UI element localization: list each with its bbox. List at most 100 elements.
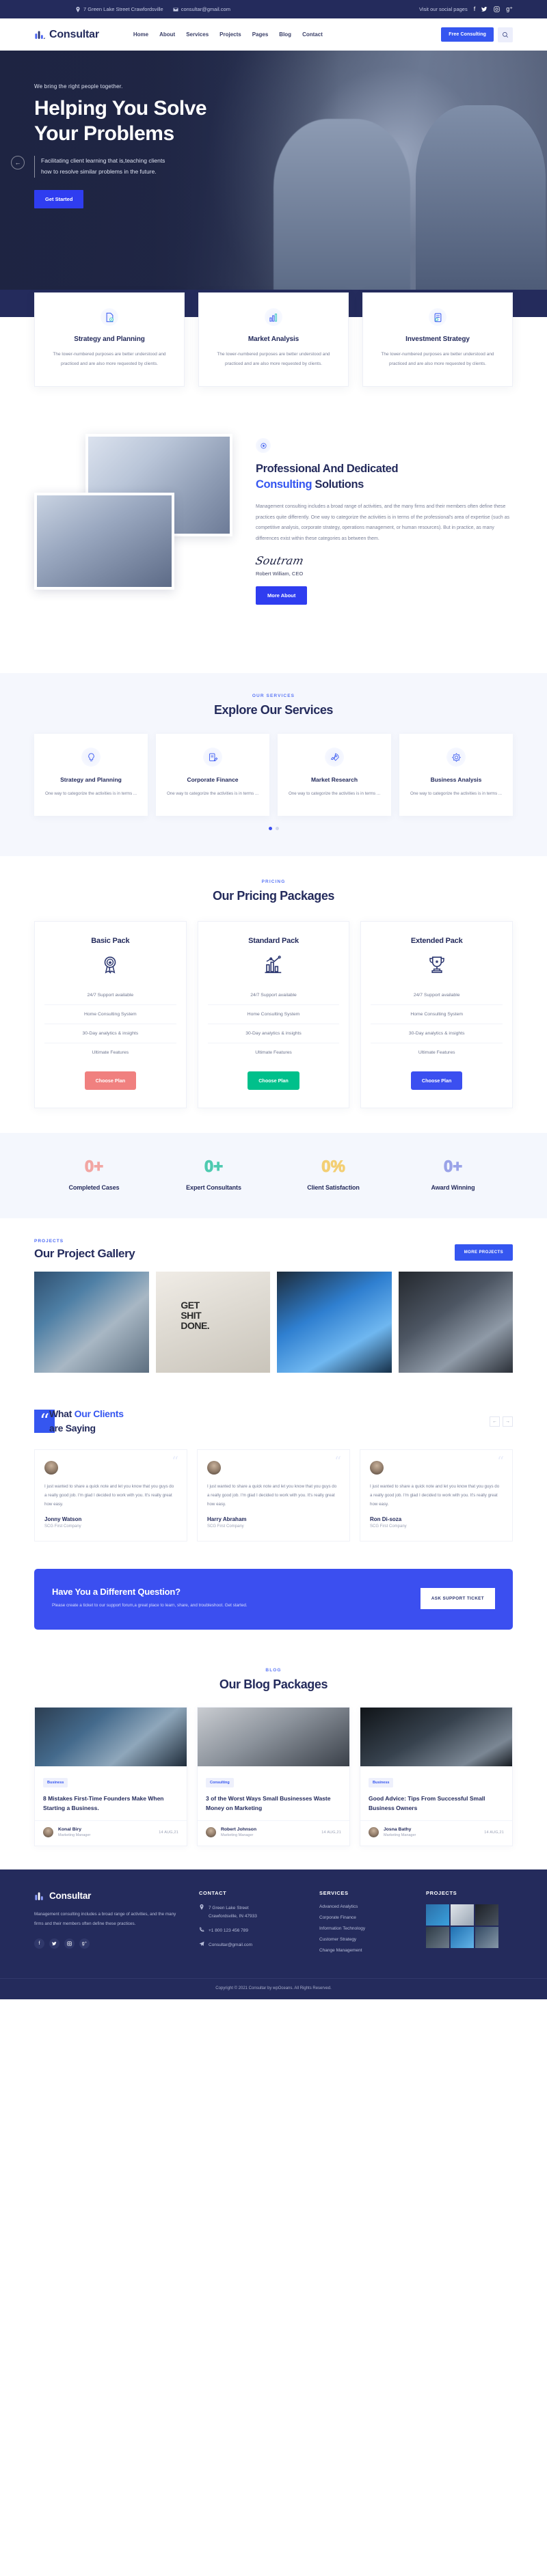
- cta-title: Have You a Different Question?: [52, 1587, 181, 1598]
- pricing-card: Basic Pack 24/7 Support available Home C…: [34, 921, 187, 1109]
- project-thumbnail[interactable]: [398, 1272, 513, 1373]
- blog-tag[interactable]: Business: [43, 1777, 68, 1787]
- twitter-icon[interactable]: [481, 6, 488, 12]
- blog-card[interactable]: Business 8 Mistakes First-Time Founders …: [34, 1706, 187, 1847]
- brand-name: Consultar: [49, 28, 99, 40]
- carousel-dot-1[interactable]: [268, 827, 272, 831]
- counter-item: 0+ Completed Cases: [34, 1158, 154, 1191]
- nav-item-about[interactable]: About: [159, 31, 175, 38]
- feature-card[interactable]: Investment Strategy The lower-numbered p…: [362, 292, 513, 387]
- pricing-feature: Home Consulting System: [371, 1005, 503, 1025]
- google-plus-icon[interactable]: g⁺: [506, 6, 513, 12]
- instagram-icon[interactable]: [494, 6, 500, 12]
- footer-link-corporate-finance[interactable]: Corporate Finance: [319, 1915, 408, 1920]
- about-images: [34, 434, 232, 639]
- project-thumbnail[interactable]: [34, 1272, 149, 1373]
- footer-email[interactable]: Consultar@gmail.com: [199, 1941, 302, 1949]
- nav-item-pages[interactable]: Pages: [252, 31, 269, 38]
- about-title-line-1: Professional And Dedicated: [256, 463, 399, 476]
- nav-item-blog[interactable]: Blog: [279, 31, 291, 38]
- choose-plan-button[interactable]: Choose Plan: [410, 1071, 463, 1091]
- footer-link-advanced-analytics[interactable]: Advanced Analytics: [319, 1904, 408, 1909]
- footer-link-information-technology[interactable]: Information Technology: [319, 1926, 408, 1931]
- footer-project-thumb[interactable]: [451, 1927, 474, 1949]
- footer-brand[interactable]: Consultar: [34, 1890, 181, 1902]
- hero-prev-arrow[interactable]: ←: [11, 156, 25, 169]
- testimonial-text: I just wanted to share a quick note and …: [207, 1484, 337, 1507]
- footer-project-thumb[interactable]: [426, 1927, 449, 1949]
- footer-project-thumb[interactable]: [475, 1927, 498, 1949]
- counters-section: 0+ Completed Cases 0+ Expert Consultants…: [0, 1133, 547, 1219]
- pricing-feature: 30-Day analytics & insights: [44, 1024, 176, 1044]
- footer-projects-heading: PROJECTS: [426, 1890, 457, 1897]
- project-thumbnail[interactable]: [277, 1272, 392, 1373]
- nav-item-home[interactable]: Home: [133, 31, 148, 38]
- counter-label: Award Winning: [431, 1184, 475, 1192]
- service-card[interactable]: Corporate Finance One way to categorize …: [156, 734, 269, 817]
- search-icon: [503, 31, 509, 38]
- blog-date: 14 AUG,21: [159, 1830, 178, 1835]
- footer-project-thumb[interactable]: [451, 1904, 474, 1926]
- gear-chart-icon: [446, 748, 466, 767]
- services-carousel-dots: [0, 827, 547, 831]
- instagram-icon[interactable]: [64, 1938, 75, 1949]
- brand-logo[interactable]: Consultar: [34, 29, 99, 41]
- footer-phone[interactable]: +1 800 123 456 789: [199, 1927, 302, 1935]
- clipboard-icon: [429, 308, 446, 326]
- pricing-card: Extended Pack 24/7 Support available Hom…: [360, 921, 513, 1109]
- ask-support-ticket-button[interactable]: ASK SUPPORT TICKET: [420, 1587, 495, 1609]
- feature-text: The lower-numbered purposes are better u…: [217, 352, 330, 366]
- pricing-feature: 24/7 Support available: [44, 986, 176, 1006]
- feature-card[interactable]: Market Analysis The lower-numbered purpo…: [198, 292, 349, 387]
- pricing-eyebrow: PRICING: [261, 879, 286, 885]
- envelope-icon: [173, 8, 178, 11]
- top-bar: 7 Green Lake Street Crawfordsville consu…: [0, 0, 547, 18]
- nav-item-contact[interactable]: Contact: [302, 31, 323, 38]
- avatar: [369, 1827, 379, 1838]
- more-projects-button[interactable]: MORE PROJECTS: [454, 1244, 513, 1261]
- service-card[interactable]: Strategy and Planning One way to categor…: [34, 734, 148, 817]
- footer-project-thumb[interactable]: [426, 1904, 449, 1926]
- hero-title: Helping You Solve Your Problems: [34, 96, 513, 146]
- service-card[interactable]: Business Analysis One way to categorize …: [399, 734, 513, 817]
- footer-project-thumb[interactable]: [475, 1904, 498, 1926]
- facebook-icon[interactable]: f: [474, 6, 476, 12]
- blog-card[interactable]: Consulting 3 of the Worst Ways Small Bus…: [197, 1706, 350, 1847]
- choose-plan-button[interactable]: Choose Plan: [248, 1071, 299, 1091]
- pricing-section: PRICING Our Pricing Packages Basic Pack …: [0, 856, 547, 1134]
- carousel-dot-2[interactable]: [275, 827, 279, 831]
- feature-card[interactable]: Strategy and Planning The lower-numbered…: [34, 292, 185, 387]
- blog-tag[interactable]: Business: [369, 1777, 394, 1787]
- pricing-feature: 30-Day analytics & insights: [207, 1024, 340, 1044]
- get-started-button[interactable]: Get Started: [34, 189, 84, 208]
- footer-link-customer-strategy[interactable]: Customer Strategy: [319, 1937, 408, 1942]
- more-about-button[interactable]: More About: [256, 586, 308, 605]
- project-thumbnail[interactable]: GET SHIT DONE.: [155, 1272, 270, 1373]
- free-consulting-button[interactable]: Free Consulting: [441, 27, 494, 42]
- twitter-icon[interactable]: [49, 1938, 59, 1949]
- footer-link-change-management[interactable]: Change Management: [319, 1948, 408, 1953]
- testimonial-next-button[interactable]: →: [503, 1416, 513, 1427]
- quote-icon: “: [172, 1454, 178, 1470]
- blog-tag[interactable]: Consulting: [206, 1777, 234, 1787]
- feature-text: The lower-numbered purposes are better u…: [381, 352, 494, 366]
- pricing-pack-name: Standard Pack: [248, 937, 299, 946]
- location-pin-icon: [200, 1904, 204, 1910]
- testimonial-prev-button[interactable]: ←: [490, 1416, 500, 1427]
- choose-plan-button[interactable]: Choose Plan: [84, 1071, 137, 1091]
- hero-eyebrow: We bring the right people together.: [34, 83, 123, 90]
- facebook-icon[interactable]: f: [34, 1938, 44, 1949]
- document-check-icon: [101, 308, 118, 326]
- service-card[interactable]: Market Research One way to categorize th…: [278, 734, 391, 817]
- search-button[interactable]: [498, 27, 513, 42]
- footer-email-text: Consultar@gmail.com: [209, 1943, 253, 1948]
- testimonial-text: I just wanted to share a quick note and …: [44, 1484, 174, 1507]
- nav-item-services[interactable]: Services: [186, 31, 209, 38]
- testimonial-company: SCG First Company: [370, 1524, 407, 1529]
- clipboard-pen-icon: [203, 748, 222, 767]
- topbar-email[interactable]: consultar@gmail.com: [173, 6, 230, 12]
- blog-card[interactable]: Business Good Advice: Tips From Successf…: [360, 1706, 513, 1847]
- google-plus-icon[interactable]: g⁺: [79, 1938, 90, 1949]
- nav-item-projects[interactable]: Projects: [219, 31, 241, 38]
- testimonial-company: SCG First Company: [44, 1524, 81, 1529]
